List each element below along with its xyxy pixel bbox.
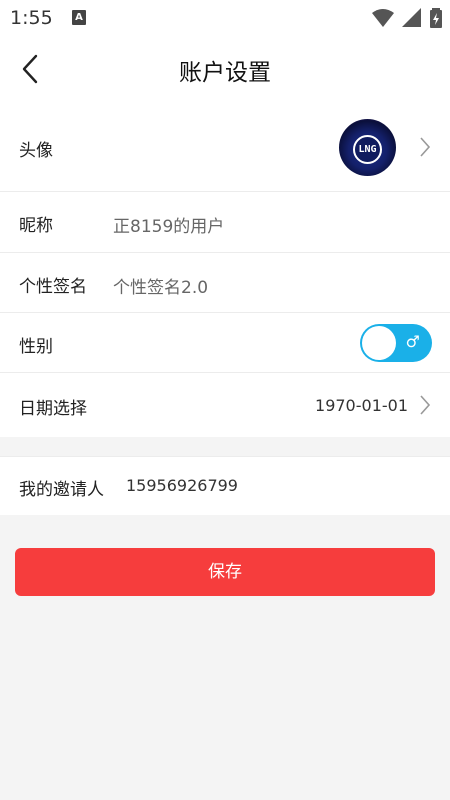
signal-icon (401, 8, 421, 27)
status-bar: 1:55 A (0, 0, 450, 36)
battery-icon (430, 8, 442, 28)
date-row[interactable]: 日期选择 1970-01-01 (0, 373, 450, 437)
gender-label: 性别 (19, 337, 53, 357)
chevron-right-icon (420, 395, 431, 415)
page-title: 账户设置 (179, 60, 271, 86)
nickname-value[interactable]: 正8159的用户 (113, 212, 224, 237)
header: 账户设置 (0, 36, 450, 102)
male-icon: ♂ (405, 332, 420, 351)
toggle-knob (362, 326, 396, 360)
date-value: 1970-01-01 (315, 396, 408, 415)
avatar-logo: LNG (353, 135, 382, 164)
nickname-label: 昵称 (19, 216, 53, 236)
avatar-row[interactable]: 头像 LNG (0, 102, 450, 192)
inviter-value: 15956926799 (126, 476, 238, 495)
signature-row[interactable]: 个性签名 个性签名2.0 (0, 253, 450, 313)
date-label: 日期选择 (19, 399, 87, 419)
wifi-icon (371, 9, 394, 27)
inviter-row: 我的邀请人 15956926799 (0, 456, 450, 515)
status-time: 1:55 (10, 7, 53, 29)
notification-badge-icon: A (72, 10, 86, 25)
chevron-right-icon (420, 137, 431, 157)
signature-label: 个性签名 (19, 277, 87, 297)
nickname-row[interactable]: 昵称 正8159的用户 (0, 192, 450, 253)
gender-row: 性别 ♂ (0, 313, 450, 373)
save-button[interactable]: 保存 (15, 548, 435, 596)
signature-value[interactable]: 个性签名2.0 (113, 273, 208, 298)
inviter-label: 我的邀请人 (19, 480, 104, 500)
avatar[interactable]: LNG (339, 119, 396, 176)
avatar-label: 头像 (19, 141, 53, 161)
gender-toggle[interactable]: ♂ (360, 324, 432, 362)
status-icons (369, 8, 442, 28)
